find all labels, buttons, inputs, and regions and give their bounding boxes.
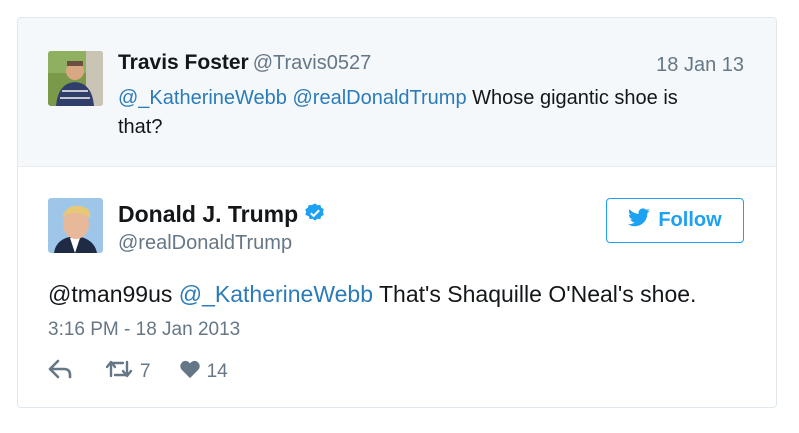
reply-author[interactable]: Travis Foster @Travis0527 xyxy=(118,51,371,75)
retweet-count: 7 xyxy=(140,361,151,382)
avatar-travis[interactable] xyxy=(48,51,103,106)
like-count: 14 xyxy=(206,361,228,382)
reply-author-name[interactable]: Travis Foster xyxy=(118,51,249,74)
like-button[interactable]: 14 xyxy=(179,359,228,385)
verified-badge-icon xyxy=(304,202,326,230)
tweet-author[interactable]: Donald J. Trump xyxy=(118,201,326,230)
follow-button[interactable]: Follow xyxy=(606,198,744,243)
tweet-author-name[interactable]: Donald J. Trump xyxy=(118,201,298,227)
retweet-button[interactable]: 7 xyxy=(104,359,151,385)
mention-link[interactable]: @_KatherineWebb xyxy=(179,281,373,307)
heart-icon xyxy=(179,359,201,385)
tweet-card: Travis Foster @Travis0527 18 Jan 13 @_Kat… xyxy=(17,17,777,408)
reply-icon xyxy=(48,359,74,385)
mention-link[interactable]: @tman99us xyxy=(48,281,172,307)
reply-button[interactable] xyxy=(48,359,74,385)
follow-label: Follow xyxy=(658,209,722,231)
tweet-text: @tman99us @_KatherineWebb That's Shaquil… xyxy=(48,281,696,308)
mention-link[interactable]: @_KatherineWebb xyxy=(118,87,287,109)
tweet-actions: 7 14 xyxy=(48,359,228,385)
reply-text: @_KatherineWebb @realDonaldTrump Whose g… xyxy=(118,84,718,142)
mention-link[interactable]: @realDonaldTrump xyxy=(293,87,467,109)
reply-date[interactable]: 18 Jan 13 xyxy=(656,54,744,77)
tweet-timestamp[interactable]: 3:16 PM - 18 Jan 2013 xyxy=(48,319,240,341)
twitter-bird-icon xyxy=(628,208,650,233)
reply-tweet[interactable]: Travis Foster @Travis0527 18 Jan 13 @_Kat… xyxy=(18,18,776,167)
tweet-author-handle[interactable]: @realDonaldTrump xyxy=(118,232,292,255)
avatar-trump[interactable] xyxy=(48,198,103,253)
tweet-body: That's Shaquille O'Neal's shoe. xyxy=(379,281,697,307)
retweet-icon xyxy=(104,359,134,385)
reply-author-handle[interactable]: @Travis0527 xyxy=(253,52,372,74)
